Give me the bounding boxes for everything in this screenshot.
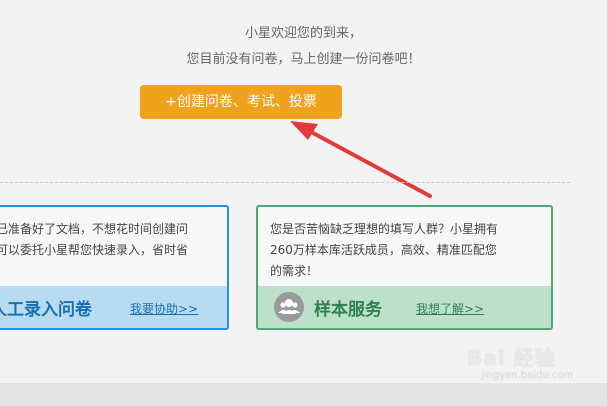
sample-service-text-line: 的需求！ bbox=[270, 264, 319, 278]
manual-entry-footer: 人工录入问卷 我要协助>> bbox=[0, 286, 227, 328]
request-help-link[interactable]: 我要协助>> bbox=[130, 300, 198, 317]
sample-service-card: 您是否苦恼缺乏理想的填写人群？小星拥有 260万样本库活跃成员，高效、精准匹配您… bbox=[256, 205, 553, 330]
bottom-bar bbox=[0, 383, 607, 406]
manual-entry-card: 已准备好了文档，不想花时间创建问 可以委托小星帮您快速录入，省时省 人工录入问卷… bbox=[0, 205, 229, 330]
sample-service-text-line: 您是否苦恼缺乏理想的填写人群？小星拥有 bbox=[270, 222, 499, 236]
section-divider bbox=[0, 182, 570, 183]
watermark-url: jingyan.baidu.com bbox=[481, 370, 574, 381]
sample-service-text-line: 260万样本库活跃成员，高效、精准匹配您 bbox=[270, 243, 497, 257]
sample-service-title: 样本服务 bbox=[314, 300, 382, 320]
manual-entry-text-line: 已准备好了文档，不想花时间创建问 bbox=[0, 222, 189, 236]
manual-entry-text-line: 可以委托小星帮您快速录入，省时省 bbox=[0, 243, 189, 257]
sample-service-description: 您是否苦恼缺乏理想的填写人群？小星拥有 260万样本库活跃成员，高效、精准匹配您… bbox=[270, 219, 541, 282]
manual-entry-description: 已准备好了文档，不想花时间创建问 可以委托小星帮您快速录入，省时省 bbox=[0, 219, 217, 261]
manual-entry-title: 人工录入问卷 bbox=[0, 300, 92, 320]
learn-more-link[interactable]: 我想了解>> bbox=[416, 300, 484, 317]
baidu-jingyan-watermark: Bai 经验 jingyan.baidu.com bbox=[467, 340, 577, 385]
sample-service-footer: 样本服务 我想了解>> bbox=[258, 286, 551, 328]
people-icon bbox=[274, 292, 304, 322]
watermark-brand: Bai 经验 bbox=[467, 346, 556, 370]
